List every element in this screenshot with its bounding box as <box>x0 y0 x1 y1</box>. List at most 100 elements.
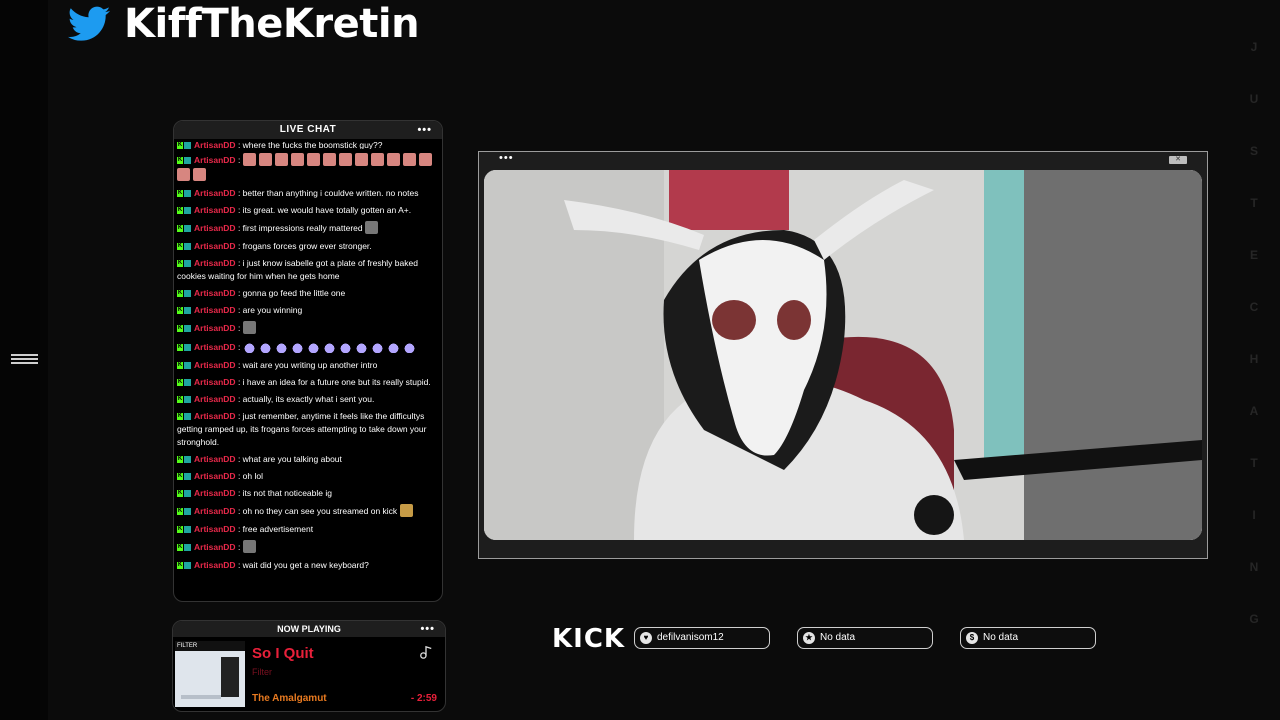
chat-emote-icon <box>386 153 400 166</box>
chat-message: K ArtisanDD : <box>177 321 438 336</box>
chat-text: : what are you talking about <box>237 454 342 464</box>
subscriber-badge-icon <box>184 490 191 498</box>
chat-text: : oh no they can see you streamed on kic… <box>237 505 398 516</box>
kick-badge-icon: K <box>177 526 183 534</box>
now-playing-title: NOW PLAYING <box>277 624 341 634</box>
side-letter: N <box>1249 560 1259 574</box>
platform-logo: KICK <box>552 624 626 654</box>
kick-badge-icon: K <box>177 456 183 464</box>
webcam-window: ••• ✕ <box>478 151 1208 559</box>
chat-username[interactable]: ArtisanDD <box>194 140 236 149</box>
chat-username[interactable]: ArtisanDD <box>194 454 236 464</box>
chat-username[interactable]: ArtisanDD <box>194 241 236 251</box>
chat-message: K ArtisanDD : just remember, anytime it f… <box>177 410 438 449</box>
chat-username[interactable]: ArtisanDD <box>194 411 236 421</box>
chat-username[interactable]: ArtisanDD <box>194 205 236 215</box>
side-letter: H <box>1249 352 1259 366</box>
side-letter: C <box>1249 300 1259 314</box>
chat-text: : frogans forces grow ever stronger. <box>237 241 372 251</box>
chat-emote-icon <box>322 153 336 166</box>
chat-username[interactable]: ArtisanDD <box>194 542 236 552</box>
music-note-icon <box>420 645 432 659</box>
subscriber-badge-icon <box>184 379 191 387</box>
kick-badge-icon: K <box>177 362 183 370</box>
side-letters: J U S T E C H A T I N G <box>1244 40 1264 664</box>
chat-username[interactable]: ArtisanDD <box>194 155 236 165</box>
chat-text: : wait are you writing up another intro <box>237 360 378 370</box>
chat-emote-icon <box>402 340 416 353</box>
chat-emote-icon <box>338 340 352 353</box>
subscriber-badge-icon <box>184 225 191 232</box>
live-chat-panel: LIVE CHAT ••• K ArtisanDD : where the fuc… <box>173 120 443 602</box>
chat-username[interactable]: ArtisanDD <box>194 258 236 268</box>
chat-username[interactable]: ArtisanDD <box>194 377 236 387</box>
chat-username[interactable]: ArtisanDD <box>194 471 236 481</box>
webcam-options-icon[interactable]: ••• <box>499 152 514 164</box>
chat-text: : where the fucks the boomstick guy?? <box>237 140 383 149</box>
chat-emote-icon <box>177 168 190 181</box>
kick-badge-icon: K <box>177 225 183 232</box>
chat-message: K ArtisanDD : <box>177 340 438 355</box>
subscriber-badge-icon <box>184 307 191 315</box>
chat-username[interactable]: ArtisanDD <box>194 188 236 198</box>
subscriber-badge-icon <box>184 142 191 149</box>
donation-label: No data <box>983 632 1019 643</box>
side-letter: I <box>1252 508 1256 522</box>
subscriber-badge-icon <box>184 544 191 551</box>
kick-badge-icon: K <box>177 260 183 268</box>
header: KiffTheKretin <box>66 0 420 48</box>
kick-badge-icon: K <box>177 473 183 481</box>
subscriber-pill: ★ No data <box>797 627 933 649</box>
chat-emote-icon <box>242 340 256 353</box>
chat-message: K ArtisanDD : free advertisement <box>177 523 438 536</box>
chat-message: K ArtisanDD : gonna go feed the little on… <box>177 287 438 300</box>
kick-badge-icon: K <box>177 325 183 332</box>
kick-badge-icon: K <box>177 508 183 515</box>
chat-emote-icon <box>370 340 384 353</box>
chat-text: : actually, its exactly what i sent you. <box>237 394 375 404</box>
chat-text: : <box>237 541 241 552</box>
menu-icon[interactable] <box>11 354 38 364</box>
chat-text: : its not that noticeable ig <box>237 488 332 498</box>
song-title: So I Quit <box>252 645 314 662</box>
chat-message: K ArtisanDD : <box>177 153 438 183</box>
chat-options-icon[interactable]: ••• <box>417 121 432 139</box>
chat-username[interactable]: ArtisanDD <box>194 394 236 404</box>
now-playing-options-icon[interactable]: ••• <box>420 621 435 637</box>
subscriber-badge-icon <box>184 508 191 515</box>
chat-emote-icon <box>274 340 288 353</box>
chat-emote-icon <box>193 168 206 181</box>
chat-username[interactable]: ArtisanDD <box>194 223 236 233</box>
kick-badge-icon: K <box>177 207 183 215</box>
chat-username[interactable]: ArtisanDD <box>194 560 236 570</box>
subscriber-badge-icon <box>184 456 191 464</box>
chat-username[interactable]: ArtisanDD <box>194 323 236 333</box>
subscriber-badge-icon <box>184 207 191 215</box>
side-letter: U <box>1249 92 1259 106</box>
chat-username[interactable]: ArtisanDD <box>194 488 236 498</box>
chat-emote-icon <box>370 153 384 166</box>
chat-message: K ArtisanDD : i just know isabelle got a … <box>177 257 438 283</box>
now-playing-header: NOW PLAYING ••• <box>173 621 445 637</box>
close-icon[interactable]: ✕ <box>1169 156 1187 164</box>
chat-username[interactable]: ArtisanDD <box>194 506 236 516</box>
chat-emote-icon <box>399 504 413 517</box>
kick-badge-icon: K <box>177 413 183 421</box>
side-letter: J <box>1250 40 1258 54</box>
chat-username[interactable]: ArtisanDD <box>194 342 236 352</box>
chat-emote-icon <box>386 340 400 353</box>
follower-label: defilvanisom12 <box>657 632 724 643</box>
chat-username[interactable]: ArtisanDD <box>194 288 236 298</box>
chat-message: K ArtisanDD : actually, its exactly what … <box>177 393 438 406</box>
webcam-image <box>484 170 1202 540</box>
chat-username[interactable]: ArtisanDD <box>194 305 236 315</box>
album-art: FILTER <box>175 641 245 707</box>
chat-header: LIVE CHAT ••• <box>174 121 442 139</box>
chat-message: K ArtisanDD : its not that noticeable ig <box>177 487 438 500</box>
subscriber-badge-icon <box>184 413 191 421</box>
side-letter: T <box>1250 456 1258 470</box>
chat-username[interactable]: ArtisanDD <box>194 360 236 370</box>
chat-username[interactable]: ArtisanDD <box>194 524 236 534</box>
chat-message: K ArtisanDD : wait are you writing up ano… <box>177 359 438 372</box>
chat-text: : oh lol <box>237 471 263 481</box>
